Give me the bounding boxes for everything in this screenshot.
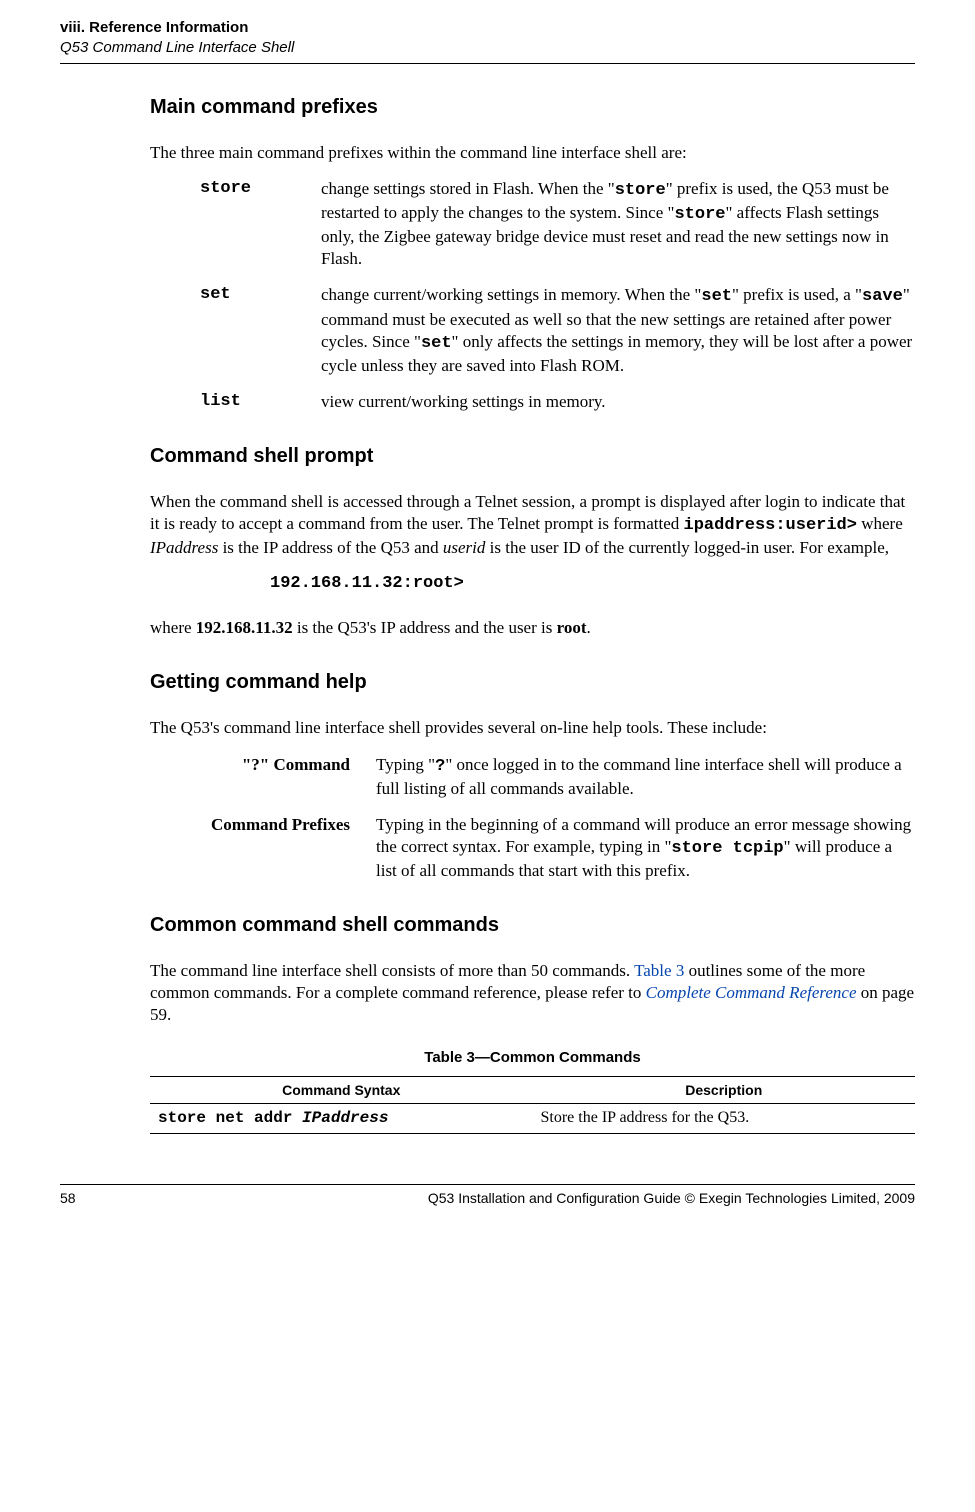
link-complete-command-reference[interactable]: Complete Command Reference xyxy=(646,983,857,1002)
table-caption: Table 3—Common Commands xyxy=(150,1048,915,1068)
desc-store: change settings stored in Flash. When th… xyxy=(321,178,915,270)
cell-description: Store the IP address for the Q53. xyxy=(533,1103,916,1133)
intro-main-prefixes: The three main command prefixes within t… xyxy=(150,142,915,164)
label-command-prefixes: Command Prefixes xyxy=(170,814,350,882)
desc-command-prefixes: Typing in the beginning of a command wil… xyxy=(376,814,915,882)
page-footer: 58 Q53 Installation and Configuration Gu… xyxy=(60,1184,915,1207)
cell-command: store net addr IPaddress xyxy=(150,1103,533,1133)
para-common-commands: The command line interface shell consist… xyxy=(150,960,915,1026)
th-command-syntax: Command Syntax xyxy=(150,1076,533,1103)
table-header-row: Command Syntax Description xyxy=(150,1076,915,1103)
desc-set: change current/working settings in memor… xyxy=(321,284,915,376)
heading-main-prefixes: Main command prefixes xyxy=(150,94,915,120)
term-set: set xyxy=(200,284,295,376)
term-list: list xyxy=(200,391,295,413)
heading-command-help: Getting command help xyxy=(150,669,915,695)
heading-common-commands: Common command shell commands xyxy=(150,912,915,938)
para-shell-prompt-2: where 192.168.11.32 is the Q53's IP addr… xyxy=(150,617,915,639)
page-number: 58 xyxy=(60,1189,90,1207)
example-prompt: 192.168.11.32:root> xyxy=(270,573,915,595)
header-rule xyxy=(60,63,915,64)
definition-list-prefixes: store change settings stored in Flash. W… xyxy=(200,178,915,413)
footer-text: Q53 Installation and Configuration Guide… xyxy=(90,1189,915,1207)
header-section: viii. Reference Information xyxy=(60,18,915,38)
table-row: store net addr IPaddress Store the IP ad… xyxy=(150,1103,915,1133)
term-store: store xyxy=(200,178,295,270)
intro-command-help: The Q53's command line interface shell p… xyxy=(150,717,915,739)
page-header: viii. Reference Information Q53 Command … xyxy=(60,18,915,64)
link-table-3[interactable]: Table 3 xyxy=(634,961,684,980)
table-common-commands: Command Syntax Description store net add… xyxy=(150,1076,915,1134)
desc-q-command: Typing "?" once logged in to the command… xyxy=(376,754,915,800)
label-q-command: "?" Command xyxy=(170,754,350,800)
header-subtitle: Q53 Command Line Interface Shell xyxy=(60,38,915,58)
desc-list: view current/working settings in memory. xyxy=(321,391,915,413)
definition-list-help: "?" Command Typing "?" once logged in to… xyxy=(170,754,915,882)
th-description: Description xyxy=(533,1076,916,1103)
para-shell-prompt: When the command shell is accessed throu… xyxy=(150,491,915,559)
heading-shell-prompt: Command shell prompt xyxy=(150,443,915,469)
